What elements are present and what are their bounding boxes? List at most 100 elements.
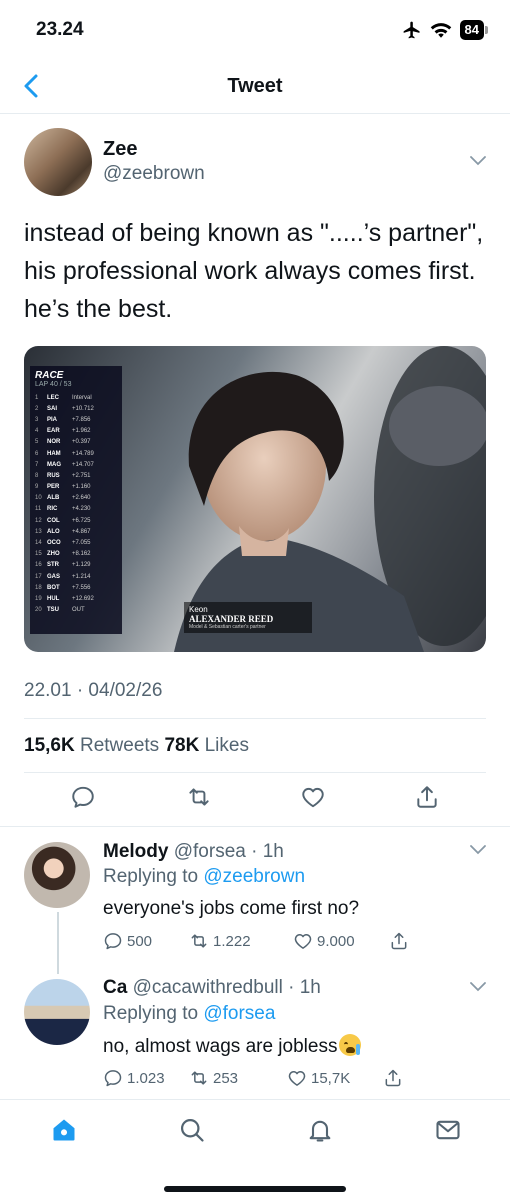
chevron-down-icon[interactable]	[470, 845, 486, 855]
reply-time: · 1h	[251, 841, 284, 862]
leaderboard-lap: LAP 40 / 53	[35, 381, 72, 388]
avatar[interactable]	[24, 979, 90, 1045]
reply-icon	[104, 933, 122, 950]
leaderboard-row: 17 GAS +1.214	[35, 573, 91, 580]
leaderboard-row: 6 HAM +14.789	[35, 450, 94, 457]
reply-button[interactable]: 500	[103, 931, 189, 951]
leaderboard-row: 7 MAG +14.707	[35, 461, 94, 468]
share-icon	[391, 932, 407, 950]
retweet-count: 253	[213, 1069, 239, 1087]
home-indicator[interactable]	[164, 1186, 346, 1192]
share-icon[interactable]	[414, 784, 440, 810]
reply-icon[interactable]	[70, 784, 96, 810]
likes-count[interactable]: 78K	[164, 735, 199, 756]
like-icon[interactable]	[300, 784, 326, 810]
reply-author-handle[interactable]: @forsea	[174, 841, 246, 862]
caption-small: Keon	[189, 605, 208, 614]
retweet-button[interactable]: 1.222	[189, 931, 293, 951]
like-icon	[294, 934, 312, 949]
photo-caption: Keon ALEXANDER REED Model & Sebastian ca…	[184, 602, 312, 633]
reply-icon	[104, 1070, 122, 1087]
crying-emoji-icon	[339, 1034, 362, 1056]
divider	[24, 718, 486, 719]
leaderboard-row: 19 HUL +12.692	[35, 595, 94, 602]
messages-icon[interactable]	[434, 1116, 462, 1144]
reply-count: 1.023	[127, 1069, 165, 1087]
like-button[interactable]: 9.000	[293, 931, 389, 951]
divider	[0, 826, 510, 827]
status-bar: 23.24 84	[0, 0, 510, 58]
leaderboard-row: 15 ZHO +8.162	[35, 551, 91, 558]
nav-bar: Tweet	[0, 58, 510, 114]
like-button[interactable]: 15,7K	[287, 1068, 383, 1088]
leaderboard-row: 11 RIC +4.230	[35, 506, 91, 513]
leaderboard-row: 18 BOT +7.556	[35, 584, 91, 591]
replying-prefix: Replying to	[103, 1003, 199, 1024]
avatar[interactable]	[24, 842, 90, 908]
leaderboard-row: 9 PER +1.160	[35, 484, 91, 491]
leaderboard-rows: 1 LEC Interval 2 SAI +10.712 3 PIA +7.856 4 EAR…	[35, 392, 117, 616]
share-button[interactable]	[383, 1068, 403, 1088]
reply-actions: 1.023 253 15,7K	[103, 1067, 403, 1089]
retweet-button[interactable]: 253	[189, 1068, 287, 1088]
divider	[24, 772, 486, 773]
notifications-icon[interactable]	[306, 1116, 334, 1144]
replying-to: Replying to @forsea	[103, 1003, 275, 1025]
status-icons: 84	[402, 20, 488, 40]
retweet-count: 1.222	[213, 932, 251, 950]
reply-text: no, almost wags are jobless	[103, 1036, 338, 1057]
reply-time: · 1h	[288, 977, 321, 998]
wifi-icon	[430, 23, 451, 38]
tweet-actions	[0, 784, 510, 814]
status-time: 23.24	[36, 19, 84, 40]
likes-label[interactable]: Likes	[205, 735, 249, 756]
thread-line	[57, 912, 59, 974]
race-leaderboard: RACE LAP 40 / 53 1 LEC Interval 2 SAI +10.71…	[30, 366, 122, 634]
retweet-icon	[191, 1071, 207, 1085]
home-icon[interactable]	[50, 1116, 78, 1144]
caption-name: ALEXANDER REED	[189, 614, 274, 624]
replying-to: Replying to @zeebrown	[103, 866, 305, 888]
replying-prefix: Replying to	[103, 866, 199, 887]
reply-author-handle[interactable]: @cacawithredbull	[133, 977, 283, 998]
leaderboard-row: 5 NOR +0.397	[35, 439, 91, 446]
leaderboard-row: 10 ALB +2.640	[35, 495, 91, 502]
reply-text-row: no, almost wags are jobless	[103, 1034, 362, 1058]
avatar[interactable]	[24, 128, 92, 196]
replying-to-link[interactable]: @forsea	[203, 1003, 275, 1024]
like-count: 9.000	[317, 932, 355, 950]
author-name[interactable]: Zee	[103, 138, 137, 161]
reply-author-name[interactable]: Melody	[103, 841, 168, 862]
author-handle[interactable]: @zeebrown	[103, 163, 205, 185]
like-count: 15,7K	[311, 1069, 351, 1087]
reply-header: Melody @forsea · 1h	[103, 841, 284, 863]
leaderboard-title: RACE	[35, 370, 64, 381]
leaderboard-row: 14 OCO +7.055	[35, 540, 91, 547]
leaderboard-row: 2 SAI +10.712	[35, 405, 94, 412]
tab-bar	[0, 1099, 510, 1200]
leaderboard-row: 13 ALO +4.867	[35, 528, 91, 535]
reply-button[interactable]: 1.023	[103, 1068, 189, 1088]
leaderboard-row: 8 RUS +2.751	[35, 472, 91, 479]
replying-to-link[interactable]: @zeebrown	[203, 866, 305, 887]
chevron-down-icon[interactable]	[470, 156, 486, 166]
leaderboard-row: 3 PIA +7.856	[35, 416, 91, 423]
search-icon[interactable]	[178, 1116, 206, 1144]
retweet-icon[interactable]	[186, 784, 212, 810]
retweets-label[interactable]: Retweets	[80, 735, 159, 756]
like-icon	[288, 1071, 306, 1086]
tweet-stats: 15,6K Retweets 78K Likes	[24, 735, 249, 757]
leaderboard-row: 20 TSU OUT	[35, 607, 85, 614]
share-button[interactable]	[389, 931, 409, 951]
reply-author-name[interactable]: Ca	[103, 977, 127, 998]
retweets-count[interactable]: 15,6K	[24, 735, 75, 756]
tweet-media[interactable]: RACE LAP 40 / 53 1 LEC Interval 2 SAI +10.71…	[24, 346, 486, 652]
leaderboard-row: 4 EAR +1.962	[35, 428, 91, 435]
airplane-icon	[403, 21, 420, 39]
battery-icon: 84	[459, 20, 488, 40]
tweet-timestamp: 22.01 · 04/02/26	[24, 680, 163, 701]
leaderboard-row: 12 COL +6.725	[35, 517, 91, 524]
chevron-down-icon[interactable]	[470, 982, 486, 992]
battery-level: 84	[459, 20, 484, 40]
caption-sub: Model & Sebastian carter's partner	[189, 624, 266, 630]
